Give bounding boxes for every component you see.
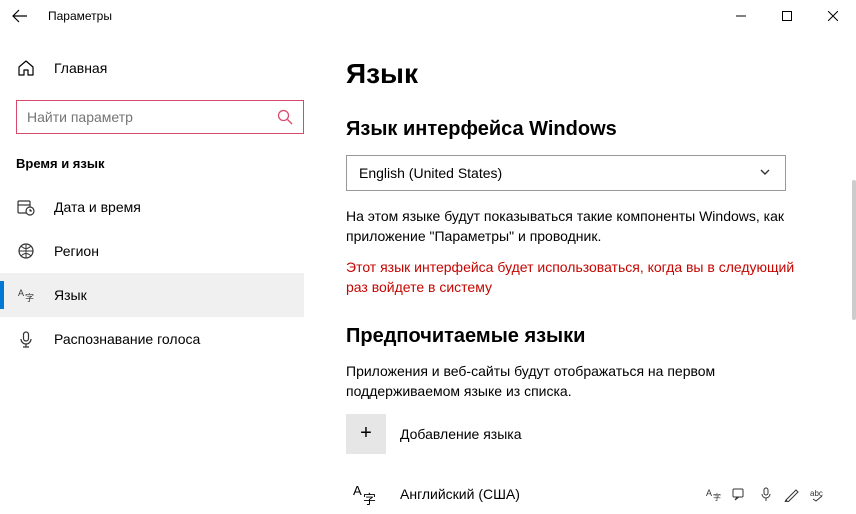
window-title: Параметры <box>48 9 112 23</box>
minimize-button[interactable] <box>718 0 764 32</box>
language-item[interactable]: A字 Английский (США) A字 abc <box>346 474 832 514</box>
sidebar-item-region[interactable]: Регион <box>0 229 304 273</box>
search-icon <box>277 109 293 125</box>
preferred-languages-title: Предпочитаемые языки <box>346 325 832 348</box>
sidebar-item-label: Язык <box>54 287 87 303</box>
scrollbar[interactable] <box>852 180 856 320</box>
language-icon: A字 <box>16 285 36 305</box>
language-glyph-icon: A字 <box>346 474 386 514</box>
maximize-button[interactable] <box>764 0 810 32</box>
search-box[interactable] <box>16 100 304 134</box>
language-item-label: Английский (США) <box>400 486 706 502</box>
sidebar-nav: Дата и время Регион A字 Язык Распознавани… <box>0 185 304 361</box>
svg-text:字: 字 <box>363 492 376 507</box>
svg-text:字: 字 <box>25 292 34 303</box>
home-label: Главная <box>54 60 107 76</box>
svg-text:字: 字 <box>713 492 721 502</box>
language-features: A字 abc <box>706 486 826 502</box>
dropdown-value: English (United States) <box>359 165 759 181</box>
minimize-icon <box>736 11 746 21</box>
close-button[interactable] <box>810 0 856 32</box>
page-heading: Язык <box>346 58 832 90</box>
text-to-speech-feature-icon <box>732 486 748 502</box>
handwriting-feature-icon <box>784 486 800 502</box>
display-lang-feature-icon: A字 <box>706 486 722 502</box>
speech-feature-icon <box>758 486 774 502</box>
svg-text:A: A <box>353 483 362 498</box>
main-content: Язык Язык интерфейса Windows English (Un… <box>346 40 842 514</box>
window-controls <box>718 0 856 32</box>
add-language-label: Добавление языка <box>400 426 522 442</box>
back-button[interactable] <box>6 2 34 30</box>
spellcheck-feature-icon: abc <box>810 486 826 502</box>
display-language-title: Язык интерфейса Windows <box>346 118 832 141</box>
svg-text:A: A <box>706 488 712 498</box>
sidebar-section-title: Время и язык <box>16 156 304 171</box>
home-icon <box>16 58 36 78</box>
sidebar-item-speech[interactable]: Распознавание голоса <box>0 317 304 361</box>
sidebar-item-label: Дата и время <box>54 199 141 215</box>
sidebar: Главная Время и язык Дата и время Регион… <box>0 40 320 361</box>
display-language-description: На этом языке будут показываться такие к… <box>346 207 806 246</box>
plus-icon: + <box>346 414 386 454</box>
display-language-dropdown[interactable]: English (United States) <box>346 155 786 191</box>
microphone-icon <box>16 329 36 349</box>
sidebar-item-label: Регион <box>54 243 99 259</box>
sidebar-item-language[interactable]: A字 Язык <box>0 273 304 317</box>
close-icon <box>828 11 838 21</box>
svg-text:A: A <box>18 288 24 298</box>
chevron-down-icon <box>759 166 773 180</box>
preferred-languages-description: Приложения и веб-сайты будут отображатьс… <box>346 362 806 401</box>
globe-icon <box>16 241 36 261</box>
sidebar-item-label: Распознавание голоса <box>54 331 200 347</box>
search-input[interactable] <box>27 109 277 125</box>
calendar-clock-icon <box>16 197 36 217</box>
home-button[interactable]: Главная <box>16 48 304 88</box>
maximize-icon <box>782 11 792 21</box>
display-language-warning: Этот язык интерфейса будет использоватьс… <box>346 258 806 297</box>
add-language-button[interactable]: + Добавление языка <box>346 414 832 454</box>
sidebar-item-date-time[interactable]: Дата и время <box>0 185 304 229</box>
arrow-left-icon <box>12 8 28 24</box>
